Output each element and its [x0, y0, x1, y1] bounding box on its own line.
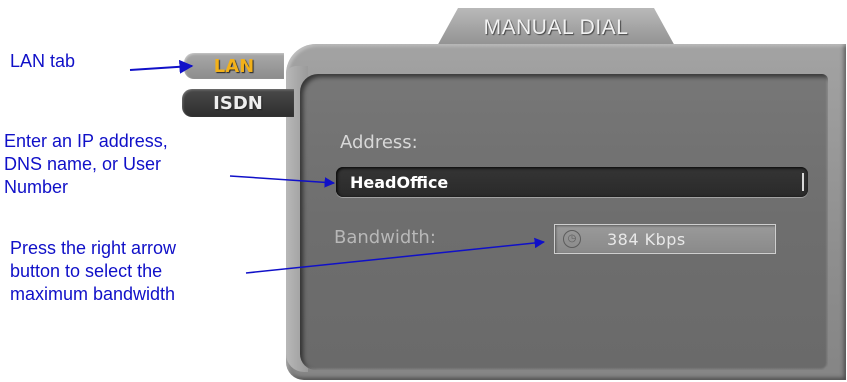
annotation-address: Enter an IP address, DNS name, or User N… — [4, 130, 168, 199]
address-input[interactable]: HeadOffice — [336, 167, 808, 197]
annotation-address-line-3: Number — [4, 177, 69, 197]
annotation-bandwidth-line-3: maximum bandwidth — [10, 284, 176, 304]
dialog-content — [300, 74, 828, 370]
manual-dial-title: MANUAL DIAL — [436, 8, 676, 48]
annotation-address-line-2: DNS name, or User — [4, 154, 162, 174]
bandwidth-selector[interactable]: ◷ 384 Kbps — [554, 224, 776, 254]
tab-lan[interactable]: LAN — [184, 53, 284, 79]
bandwidth-label: Bandwidth: — [334, 227, 436, 248]
annotation-bandwidth-line-1: Press the right arrow — [10, 238, 177, 258]
annotation-address-line-1: Enter an IP address, — [4, 131, 168, 151]
tab-isdn[interactable]: ISDN — [182, 89, 294, 117]
address-label: Address: — [340, 132, 418, 153]
annotation-bandwidth: Press the right arrow button to select t… — [10, 237, 176, 306]
arrow-lan-tab — [129, 59, 194, 74]
annotation-bandwidth-line-2: button to select the — [10, 261, 163, 281]
clock-icon: ◷ — [563, 230, 581, 248]
annotation-lan-tab: LAN tab — [10, 51, 76, 71]
bandwidth-value: 384 Kbps — [607, 229, 686, 249]
